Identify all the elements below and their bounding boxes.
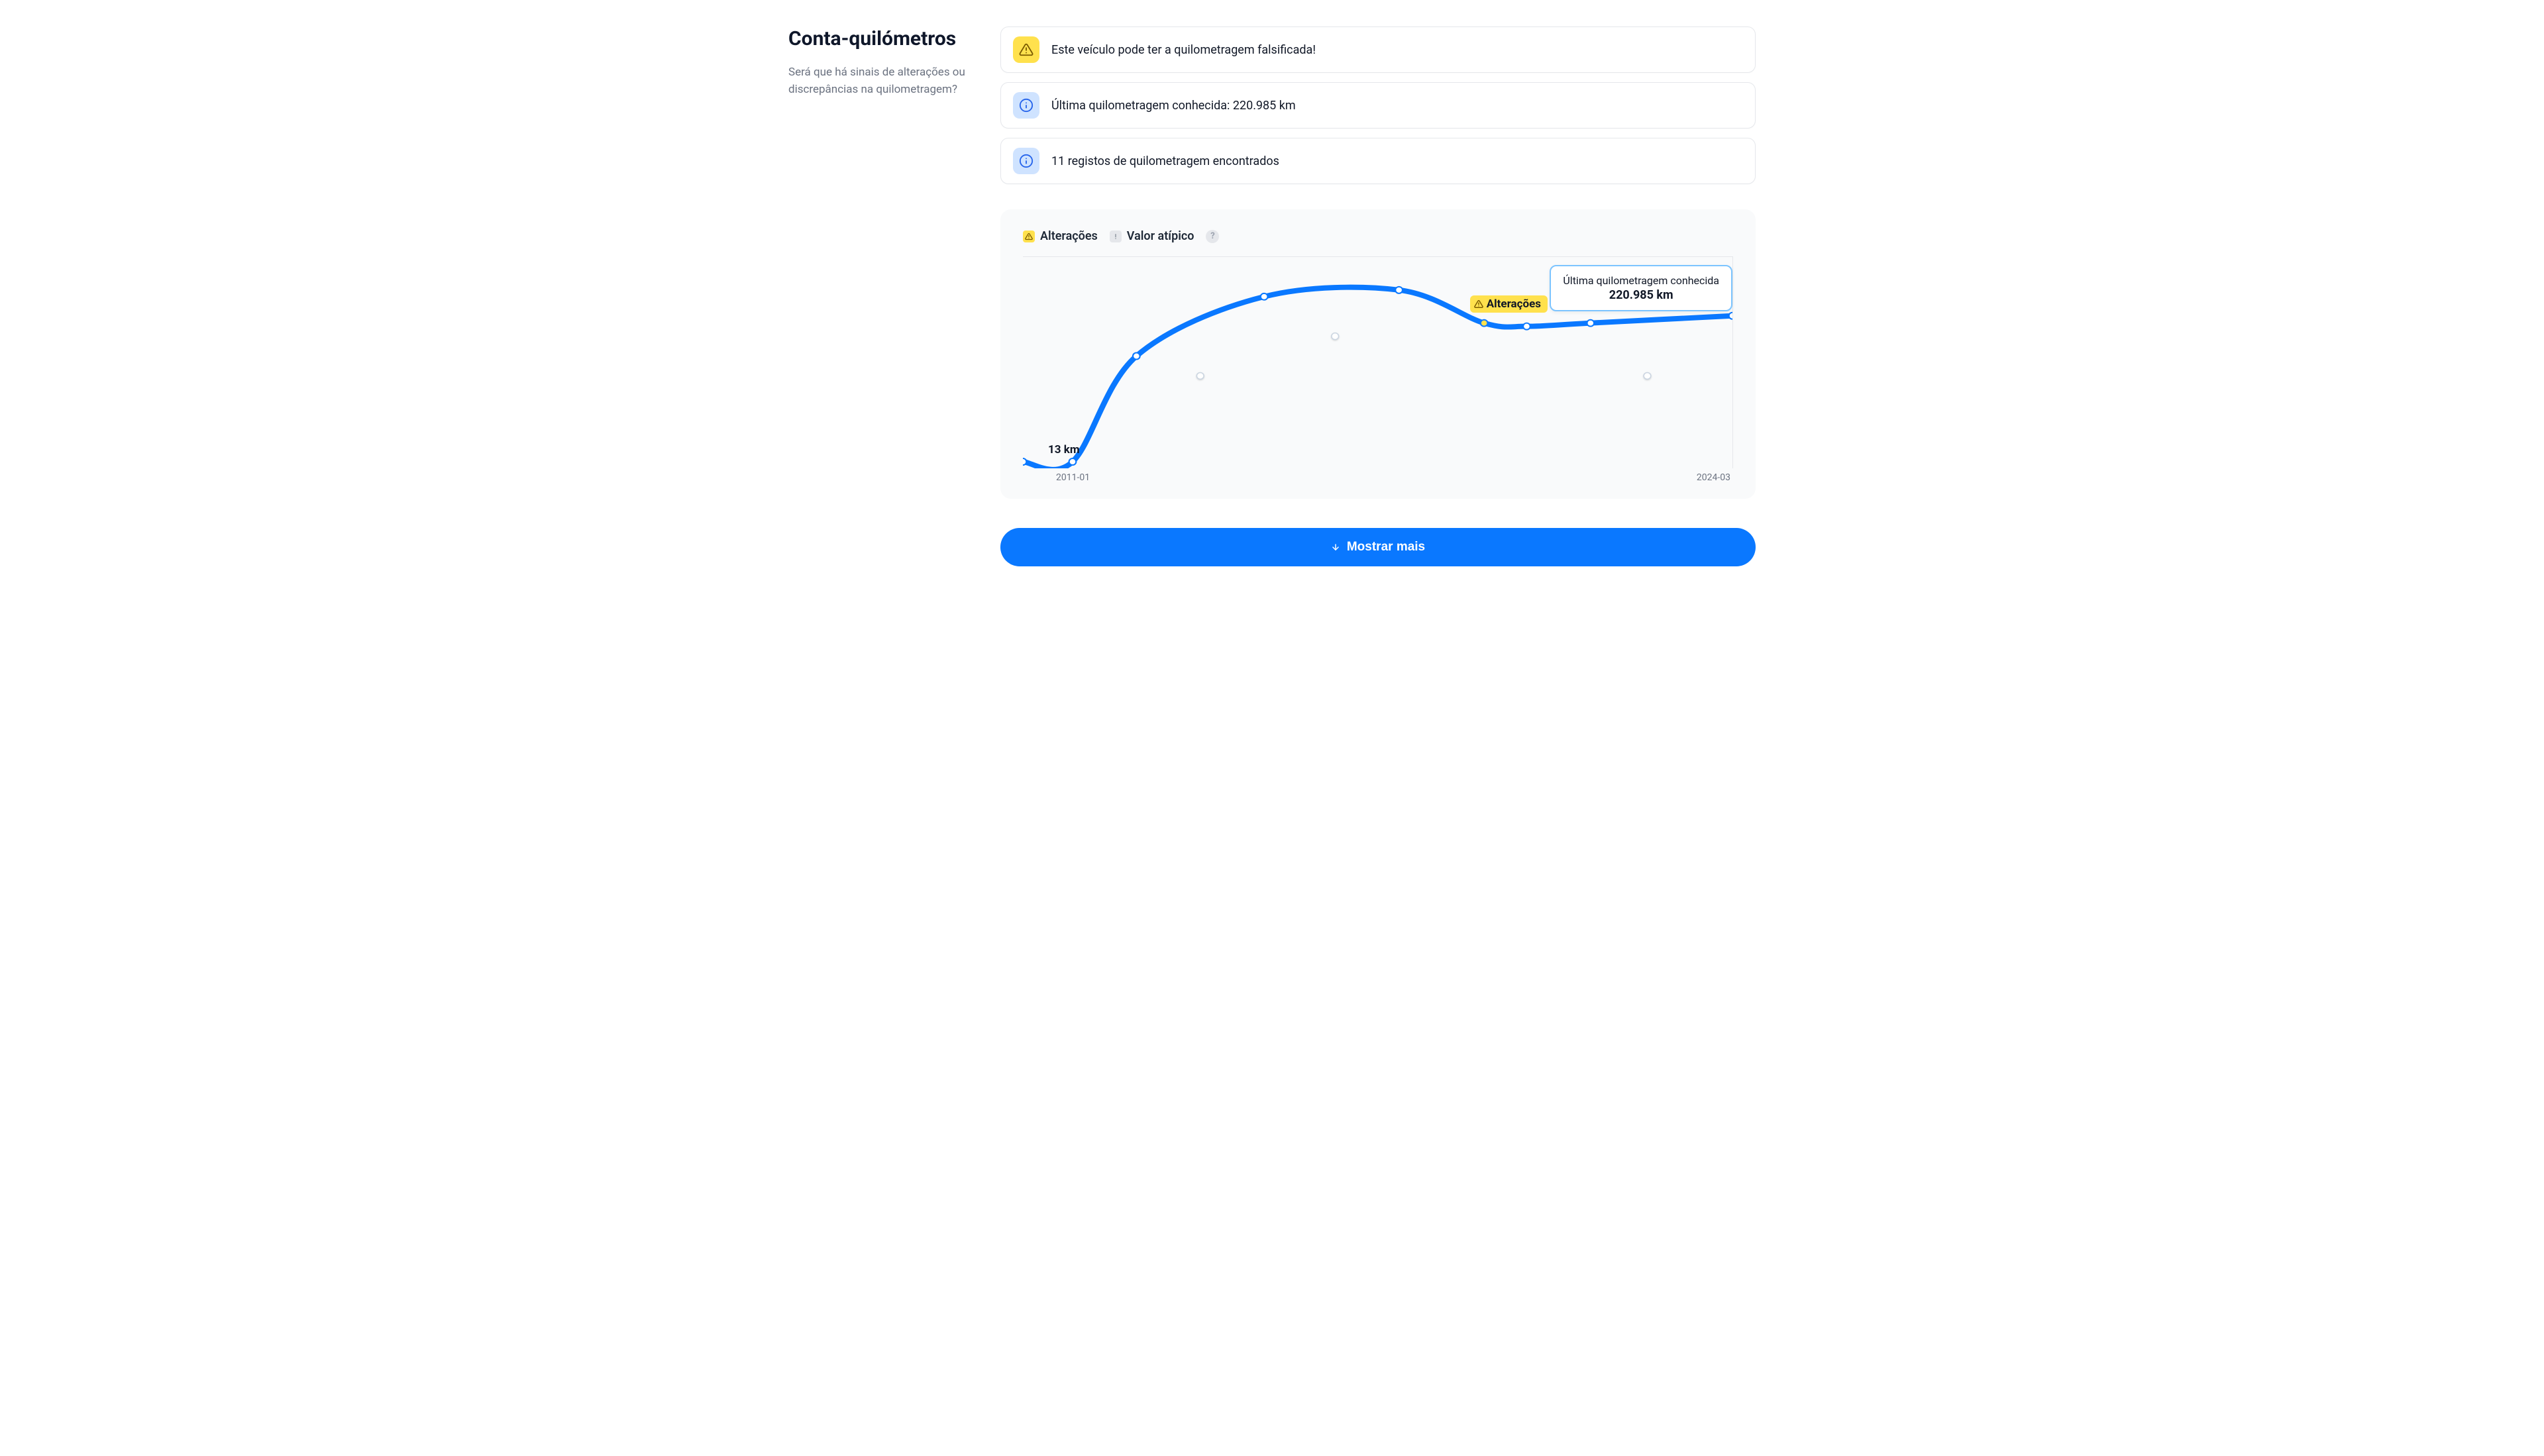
tooltip-value: 220.985 km bbox=[1563, 288, 1719, 302]
arrow-down-icon bbox=[1331, 543, 1340, 552]
info-circle-icon bbox=[1013, 92, 1039, 119]
warning-triangle-icon bbox=[1013, 36, 1039, 63]
legend-alterations: Alterações bbox=[1023, 229, 1098, 243]
legend-outlier: Valor atípico bbox=[1110, 229, 1194, 243]
x-axis-start: 2011-01 bbox=[1056, 472, 1090, 483]
exclamation-icon bbox=[1110, 231, 1122, 242]
section-subtitle: Será que há sinais de alterações ou disc… bbox=[788, 64, 974, 99]
main-content: Este veículo pode ter a quilometragem fa… bbox=[1000, 26, 1756, 566]
alert-warning: Este veículo pode ter a quilometragem fa… bbox=[1000, 26, 1756, 73]
x-axis-labels: 2011-01 2024-03 bbox=[1053, 468, 1733, 483]
tooltip-label: Última quilometragem conhecida bbox=[1563, 274, 1719, 287]
legend-alterations-label: Alterações bbox=[1040, 229, 1098, 243]
info-circle-icon bbox=[1013, 148, 1039, 174]
alert-text: Última quilometragem conhecida: 220.985 … bbox=[1051, 99, 1296, 113]
x-axis-end: 2024-03 bbox=[1697, 472, 1730, 483]
warning-triangle-icon bbox=[1474, 299, 1483, 309]
mileage-chart-card: Alterações Valor atípico ? 13 km Alteraç… bbox=[1000, 209, 1756, 499]
section-title: Conta-quilómetros bbox=[788, 26, 974, 52]
legend-outlier-label: Valor atípico bbox=[1127, 229, 1194, 243]
alert-info: 11 registos de quilometragem encontrados bbox=[1000, 138, 1756, 184]
last-point-tooltip: Última quilometragem conhecida 220.985 k… bbox=[1550, 265, 1732, 311]
show-more-label: Mostrar mais bbox=[1347, 540, 1425, 554]
alert-info: Última quilometragem conhecida: 220.985 … bbox=[1000, 82, 1756, 129]
sidebar: Conta-quilómetros Será que há sinais de … bbox=[788, 26, 974, 566]
alert-text: Este veículo pode ter a quilometragem fa… bbox=[1051, 43, 1316, 57]
alteration-badge: Alterações bbox=[1470, 295, 1548, 313]
first-point-label: 13 km bbox=[1048, 443, 1080, 456]
warning-triangle-icon bbox=[1023, 231, 1035, 242]
mileage-chart: 13 km Alterações Última quilometragem co… bbox=[1023, 256, 1733, 468]
help-icon[interactable]: ? bbox=[1206, 230, 1219, 243]
show-more-button[interactable]: Mostrar mais bbox=[1000, 528, 1756, 566]
chart-legend: Alterações Valor atípico ? bbox=[1023, 229, 1733, 243]
alert-text: 11 registos de quilometragem encontrados bbox=[1051, 154, 1279, 168]
alteration-badge-label: Alterações bbox=[1487, 297, 1541, 311]
